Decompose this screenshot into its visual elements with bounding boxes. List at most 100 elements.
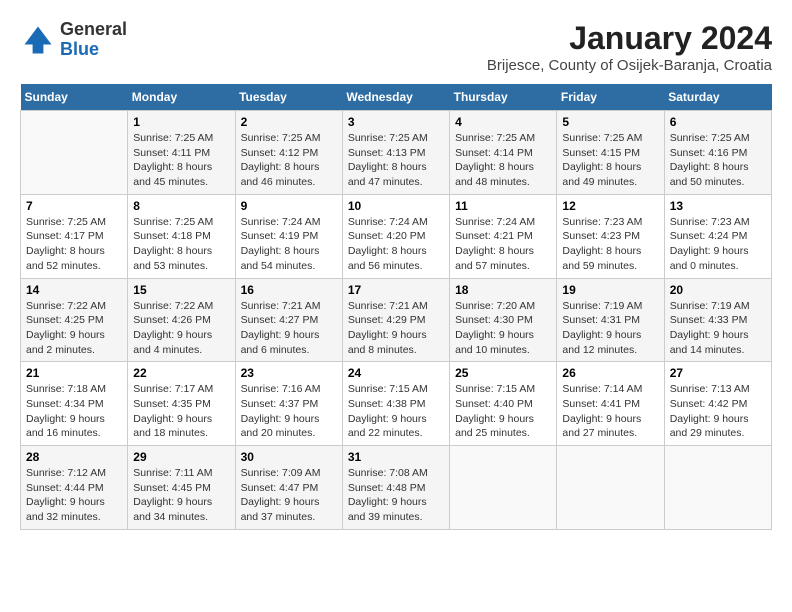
calendar-cell: 5 Sunrise: 7:25 AMSunset: 4:15 PMDaylight… — [557, 111, 664, 195]
calendar-cell: 10 Sunrise: 7:24 AMSunset: 4:20 PMDayligh… — [342, 194, 449, 278]
day-info: Sunrise: 7:25 AMSunset: 4:11 PMDaylight:… — [133, 131, 229, 190]
weekday-header-thursday: Thursday — [450, 84, 557, 111]
calendar-cell: 2 Sunrise: 7:25 AMSunset: 4:12 PMDaylight… — [235, 111, 342, 195]
day-number: 9 — [241, 199, 337, 213]
logo-general: General — [60, 19, 127, 39]
calendar-cell: 19 Sunrise: 7:19 AMSunset: 4:31 PMDayligh… — [557, 278, 664, 362]
weekday-header-tuesday: Tuesday — [235, 84, 342, 111]
calendar-week-row: 1 Sunrise: 7:25 AMSunset: 4:11 PMDaylight… — [21, 111, 772, 195]
day-number: 17 — [348, 283, 444, 297]
page-header: General Blue January 2024 Brijesce, Coun… — [20, 20, 772, 74]
title-block: January 2024 Brijesce, County of Osijek-… — [487, 20, 772, 74]
calendar-cell: 18Sunrise: 7:20 AMSunset: 4:30 PMDayligh… — [450, 278, 557, 362]
day-info: Sunrise: 7:25 AMSunset: 4:12 PMDaylight:… — [241, 131, 337, 190]
day-number: 27 — [670, 366, 766, 380]
day-info: Sunrise: 7:22 AMSunset: 4:26 PMDaylight:… — [133, 299, 229, 358]
day-number: 3 — [348, 115, 444, 129]
calendar-cell: 30 Sunrise: 7:09 AMSunset: 4:47 PMDayligh… — [235, 446, 342, 530]
calendar-table: SundayMondayTuesdayWednesdayThursdayFrid… — [20, 84, 772, 530]
day-number: 1 — [133, 115, 229, 129]
calendar-cell: 4 Sunrise: 7:25 AMSunset: 4:14 PMDaylight… — [450, 111, 557, 195]
day-number: 31 — [348, 450, 444, 464]
day-number: 22 — [133, 366, 229, 380]
day-number: 2 — [241, 115, 337, 129]
day-info: Sunrise: 7:24 AMSunset: 4:21 PMDaylight:… — [455, 215, 551, 274]
day-number: 4 — [455, 115, 551, 129]
day-number: 18 — [455, 283, 551, 297]
day-info: Sunrise: 7:12 AMSunset: 4:44 PMDaylight:… — [26, 466, 122, 525]
calendar-cell — [664, 446, 771, 530]
day-info: Sunrise: 7:25 AMSunset: 4:17 PMDaylight:… — [26, 215, 122, 274]
day-number: 28 — [26, 450, 122, 464]
calendar-cell: 28 Sunrise: 7:12 AMSunset: 4:44 PMDayligh… — [21, 446, 128, 530]
logo-blue: Blue — [60, 39, 99, 59]
day-info: Sunrise: 7:25 AMSunset: 4:14 PMDaylight:… — [455, 131, 551, 190]
day-number: 20 — [670, 283, 766, 297]
calendar-week-row: 28 Sunrise: 7:12 AMSunset: 4:44 PMDayligh… — [21, 446, 772, 530]
day-number: 8 — [133, 199, 229, 213]
day-info: Sunrise: 7:14 AMSunset: 4:41 PMDaylight:… — [562, 382, 658, 441]
day-number: 15 — [133, 283, 229, 297]
day-info: Sunrise: 7:25 AMSunset: 4:16 PMDaylight:… — [670, 131, 766, 190]
day-info: Sunrise: 7:25 AMSunset: 4:18 PMDaylight:… — [133, 215, 229, 274]
calendar-cell: 29 Sunrise: 7:11 AMSunset: 4:45 PMDayligh… — [128, 446, 235, 530]
calendar-cell: 25 Sunrise: 7:15 AMSunset: 4:40 PMDayligh… — [450, 362, 557, 446]
calendar-cell: 12 Sunrise: 7:23 AMSunset: 4:23 PMDayligh… — [557, 194, 664, 278]
day-number: 30 — [241, 450, 337, 464]
day-number: 12 — [562, 199, 658, 213]
day-number: 6 — [670, 115, 766, 129]
weekday-header-wednesday: Wednesday — [342, 84, 449, 111]
weekday-header-sunday: Sunday — [21, 84, 128, 111]
day-info: Sunrise: 7:22 AMSunset: 4:25 PMDaylight:… — [26, 299, 122, 358]
day-number: 5 — [562, 115, 658, 129]
day-info: Sunrise: 7:15 AMSunset: 4:40 PMDaylight:… — [455, 382, 551, 441]
day-info: Sunrise: 7:09 AMSunset: 4:47 PMDaylight:… — [241, 466, 337, 525]
day-info: Sunrise: 7:08 AMSunset: 4:48 PMDaylight:… — [348, 466, 444, 525]
day-number: 29 — [133, 450, 229, 464]
day-info: Sunrise: 7:18 AMSunset: 4:34 PMDaylight:… — [26, 382, 122, 441]
calendar-cell: 26Sunrise: 7:14 AMSunset: 4:41 PMDayligh… — [557, 362, 664, 446]
weekday-header-monday: Monday — [128, 84, 235, 111]
calendar-cell — [557, 446, 664, 530]
calendar-cell: 23Sunrise: 7:16 AMSunset: 4:37 PMDayligh… — [235, 362, 342, 446]
calendar-cell: 20Sunrise: 7:19 AMSunset: 4:33 PMDayligh… — [664, 278, 771, 362]
day-number: 16 — [241, 283, 337, 297]
logo-text: General Blue — [60, 20, 127, 60]
day-info: Sunrise: 7:11 AMSunset: 4:45 PMDaylight:… — [133, 466, 229, 525]
calendar-cell: 13Sunrise: 7:23 AMSunset: 4:24 PMDayligh… — [664, 194, 771, 278]
logo-icon — [20, 22, 56, 58]
day-info: Sunrise: 7:21 AMSunset: 4:29 PMDaylight:… — [348, 299, 444, 358]
calendar-week-row: 14Sunrise: 7:22 AMSunset: 4:25 PMDayligh… — [21, 278, 772, 362]
day-number: 19 — [562, 283, 658, 297]
day-info: Sunrise: 7:19 AMSunset: 4:31 PMDaylight:… — [562, 299, 658, 358]
calendar-cell: 9Sunrise: 7:24 AMSunset: 4:19 PMDaylight… — [235, 194, 342, 278]
day-info: Sunrise: 7:17 AMSunset: 4:35 PMDaylight:… — [133, 382, 229, 441]
day-info: Sunrise: 7:23 AMSunset: 4:23 PMDaylight:… — [562, 215, 658, 274]
calendar-cell: 1 Sunrise: 7:25 AMSunset: 4:11 PMDaylight… — [128, 111, 235, 195]
calendar-cell: 15 Sunrise: 7:22 AMSunset: 4:26 PMDayligh… — [128, 278, 235, 362]
calendar-cell — [21, 111, 128, 195]
calendar-cell: 17 Sunrise: 7:21 AMSunset: 4:29 PMDayligh… — [342, 278, 449, 362]
day-number: 10 — [348, 199, 444, 213]
logo: General Blue — [20, 20, 127, 60]
day-info: Sunrise: 7:24 AMSunset: 4:20 PMDaylight:… — [348, 215, 444, 274]
calendar-cell: 21 Sunrise: 7:18 AMSunset: 4:34 PMDayligh… — [21, 362, 128, 446]
day-info: Sunrise: 7:25 AMSunset: 4:15 PMDaylight:… — [562, 131, 658, 190]
calendar-cell: 3Sunrise: 7:25 AMSunset: 4:13 PMDaylight… — [342, 111, 449, 195]
day-number: 25 — [455, 366, 551, 380]
calendar-cell: 14Sunrise: 7:22 AMSunset: 4:25 PMDayligh… — [21, 278, 128, 362]
calendar-subtitle: Brijesce, County of Osijek-Baranja, Croa… — [487, 57, 772, 74]
day-number: 13 — [670, 199, 766, 213]
calendar-cell: 27 Sunrise: 7:13 AMSunset: 4:42 PMDayligh… — [664, 362, 771, 446]
weekday-header-friday: Friday — [557, 84, 664, 111]
calendar-cell: 16Sunrise: 7:21 AMSunset: 4:27 PMDayligh… — [235, 278, 342, 362]
weekday-header-saturday: Saturday — [664, 84, 771, 111]
day-number: 7 — [26, 199, 122, 213]
calendar-cell: 8 Sunrise: 7:25 AMSunset: 4:18 PMDaylight… — [128, 194, 235, 278]
calendar-cell: 22 Sunrise: 7:17 AMSunset: 4:35 PMDayligh… — [128, 362, 235, 446]
day-number: 21 — [26, 366, 122, 380]
day-info: Sunrise: 7:13 AMSunset: 4:42 PMDaylight:… — [670, 382, 766, 441]
calendar-cell: 11Sunrise: 7:24 AMSunset: 4:21 PMDayligh… — [450, 194, 557, 278]
calendar-cell — [450, 446, 557, 530]
calendar-title: January 2024 — [487, 20, 772, 57]
